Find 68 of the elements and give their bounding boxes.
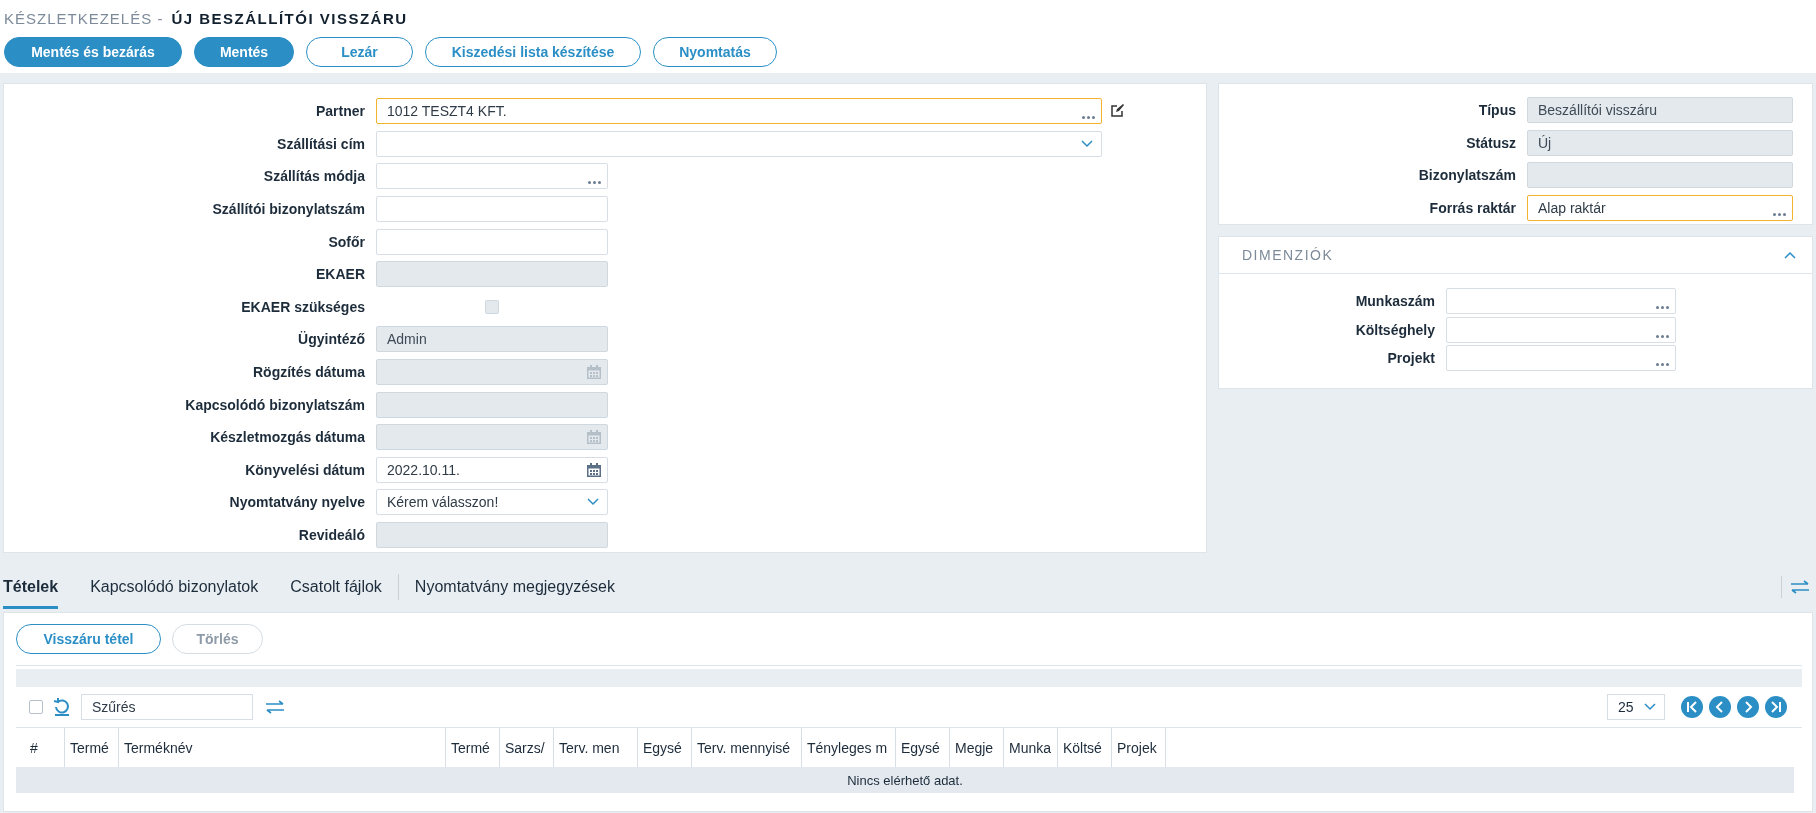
action-button[interactable]: Mentés xyxy=(194,37,294,67)
field-label: Készletmozgás dátuma xyxy=(209,429,366,446)
page-size-select[interactable]: 25 xyxy=(1607,694,1665,720)
last-page-icon[interactable] xyxy=(1765,696,1787,718)
input-field[interactable] xyxy=(376,130,1102,157)
field-label: Státusz xyxy=(1465,134,1517,151)
field-label: Bizonylatszám xyxy=(1417,167,1517,184)
page-title: ÚJ BESZÁLLÍTÓI VISSZÁRU xyxy=(171,10,408,27)
field-label: Munkaszám xyxy=(1354,293,1436,310)
field-label: Típus xyxy=(1477,102,1517,119)
ellipsis-icon[interactable] xyxy=(588,181,601,185)
field-label: Revideáló xyxy=(297,527,366,543)
edit-icon[interactable] xyxy=(1110,104,1124,119)
refresh-icon[interactable] xyxy=(53,698,71,716)
action-button[interactable]: Mentés és bezárás xyxy=(4,37,182,67)
select-all-checkbox[interactable] xyxy=(29,700,43,714)
field-label: Költséghely xyxy=(1354,321,1436,338)
input-field[interactable] xyxy=(1446,316,1676,343)
chevron-down-icon[interactable] xyxy=(587,498,599,507)
field-label: Nyomtatvány nyelve xyxy=(228,494,366,511)
field-label: EKAER xyxy=(315,266,366,283)
field-label: Ügyintéző xyxy=(297,331,366,348)
input-field[interactable]: 2022.10.11. xyxy=(376,456,608,483)
input-field[interactable] xyxy=(376,196,608,223)
calendar-icon[interactable] xyxy=(587,462,601,477)
field-label: Szállítói bizonylatszám xyxy=(211,201,366,218)
input-field[interactable]: Alap raktár xyxy=(1527,195,1793,222)
chevron-down-icon[interactable] xyxy=(1081,139,1093,148)
action-button[interactable]: Nyomtatás xyxy=(653,37,777,67)
ellipsis-icon[interactable] xyxy=(1773,213,1786,217)
input-field[interactable] xyxy=(1446,345,1676,372)
tab[interactable]: Tételek xyxy=(3,577,59,609)
input-field[interactable] xyxy=(376,163,608,190)
action-button[interactable]: Kiszedési lista készítése xyxy=(425,37,641,67)
field-label: Könyvelési dátum xyxy=(244,461,366,478)
input-field[interactable]: 1012 TESZT4 KFT. xyxy=(376,98,1102,125)
field-label: Forrás raktár xyxy=(1428,200,1517,217)
tab[interactable]: Kapcsolódó bizonylatok xyxy=(90,577,259,609)
filter-field[interactable]: Szűrés xyxy=(81,694,253,720)
ellipsis-icon[interactable] xyxy=(1656,363,1669,367)
breadcrumb-section[interactable]: KÉSZLETKEZELÉS - xyxy=(4,10,164,27)
first-page-icon[interactable] xyxy=(1681,696,1703,718)
field-label: Rögzítés dátuma xyxy=(252,364,366,381)
field-label: Projekt xyxy=(1386,350,1436,367)
field-label: Szállítási cím xyxy=(276,135,366,152)
empty-message: Nincs elérhető adat. xyxy=(847,772,963,788)
field-label: Kapcsolódó bizonylatszám xyxy=(184,396,366,413)
chevron-up-icon[interactable] xyxy=(1784,251,1796,259)
field-label: EKAER szükséges xyxy=(240,298,366,315)
swap-icon[interactable] xyxy=(1790,580,1810,594)
field-label: Sofőr xyxy=(327,233,366,250)
tab[interactable]: Csatolt fájlok xyxy=(290,577,382,609)
tab[interactable]: Nyomtatvány megjegyzések xyxy=(414,577,615,609)
ellipsis-icon[interactable] xyxy=(1082,116,1095,120)
swap-icon[interactable] xyxy=(265,700,285,714)
action-button[interactable]: Lezár xyxy=(306,37,413,67)
input-field[interactable] xyxy=(1446,288,1676,315)
input-field[interactable] xyxy=(376,228,608,255)
field-label: Partner xyxy=(314,103,366,120)
previous-page-icon[interactable] xyxy=(1709,696,1731,718)
field-label: Szállítás módja xyxy=(262,168,366,185)
chevron-down-icon xyxy=(1644,703,1656,711)
item-button[interactable]: Visszáru tétel xyxy=(16,624,161,654)
input-field[interactable]: Kérem válasszon! xyxy=(376,489,608,516)
section-title: DIMENZIÓK xyxy=(1242,247,1334,263)
next-page-icon[interactable] xyxy=(1737,696,1759,718)
ellipsis-icon[interactable] xyxy=(1656,306,1669,310)
ellipsis-icon[interactable] xyxy=(1656,334,1669,338)
